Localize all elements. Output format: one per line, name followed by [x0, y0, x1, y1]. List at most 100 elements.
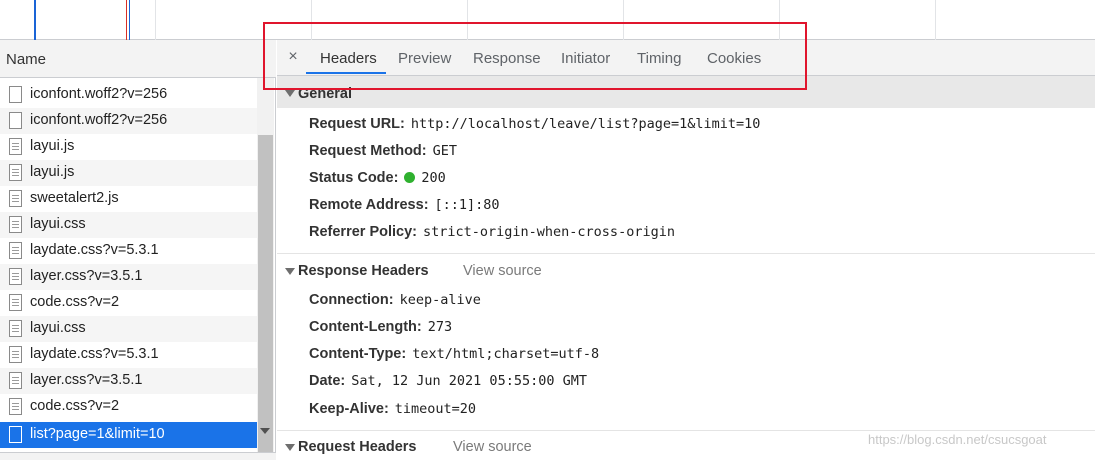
collapse-triangle-icon[interactable] [285, 268, 295, 275]
response-header-row: Content-Length: 273 [309, 319, 452, 335]
request-row[interactable]: code.css?v=2 [0, 394, 257, 420]
header-key: Date: [309, 373, 346, 389]
header-key: Request URL: [309, 116, 405, 132]
general-section-header[interactable] [277, 76, 1095, 108]
request-row[interactable]: iconfont.woff2?v=256 [0, 108, 257, 134]
dom-content-loaded-marker [34, 0, 36, 40]
response-header-row: Content-Type: text/html;charset=utf-8 [309, 346, 599, 362]
request-name: iconfont.woff2?v=256 [30, 112, 168, 128]
request-row[interactable]: layer.css?v=3.5.1 [0, 368, 257, 394]
request-row-selected[interactable]: list?page=1&limit=10 [0, 422, 257, 448]
header-value: [::1]:80 [434, 197, 500, 213]
header-value: Sat, 12 Jun 2021 05:55:00 GMT [351, 373, 587, 389]
load-event-marker [126, 0, 127, 40]
header-value: http://localhost/leave/list?page=1&limit… [410, 116, 761, 132]
request-name: layer.css?v=3.5.1 [30, 268, 143, 284]
general-row: Status Code: 200 [309, 170, 446, 186]
header-value: keep-alive [399, 292, 481, 308]
header-value: timeout=20 [394, 401, 477, 417]
request-row[interactable]: laydate.css?v=5.3.1 [0, 238, 257, 264]
header-key: Request Method: [309, 143, 427, 159]
request-row[interactable]: layui.js [0, 134, 257, 160]
tab-initiator[interactable]: Initiator [561, 50, 610, 67]
collapse-triangle-icon[interactable] [285, 444, 295, 451]
header-value: 273 [427, 319, 453, 335]
general-row: Referrer Policy: strict-origin-when-cross… [309, 224, 675, 240]
request-row[interactable]: code.css?v=2 [0, 290, 257, 316]
request-headers-section-title[interactable]: Request Headers [298, 439, 416, 455]
general-section-title[interactable]: General [298, 86, 352, 102]
view-source-link[interactable]: View source [463, 263, 542, 279]
stylesheet-file-icon [9, 216, 22, 233]
waterfall-timeline[interactable] [0, 0, 1095, 40]
stylesheet-file-icon [9, 346, 22, 363]
request-row[interactable]: layui.js [0, 160, 257, 186]
document-icon [9, 112, 22, 129]
header-key: Content-Length: [309, 319, 422, 335]
request-row[interactable]: layui.css [0, 316, 257, 342]
general-row: Request URL: http://localhost/leave/list?… [309, 116, 760, 132]
timeline-gridline [623, 0, 624, 40]
close-icon[interactable]: × [286, 48, 300, 66]
response-headers-section-title[interactable]: Response Headers [298, 263, 429, 279]
stylesheet-file-icon [9, 294, 22, 311]
script-file-icon [9, 190, 22, 207]
header-value: 200 [421, 170, 446, 186]
tab-timing[interactable]: Timing [637, 50, 681, 67]
header-key: Remote Address: [309, 197, 429, 213]
status-ok-icon [404, 172, 416, 183]
collapse-triangle-icon[interactable] [285, 90, 295, 97]
request-row[interactable]: laydate.css?v=5.3.1 [0, 342, 257, 368]
request-name: layer.css?v=3.5.1 [30, 372, 143, 388]
request-list-panel: Name iconfont.woff2?v=256 iconfont.woff2… [0, 40, 276, 460]
scroll-down-arrow-icon[interactable] [260, 428, 270, 434]
timeline-gridline [155, 0, 156, 40]
tab-headers[interactable]: Headers [320, 50, 377, 67]
view-source-link[interactable]: View source [453, 439, 532, 455]
section-divider [277, 430, 1095, 431]
list-scrollbar-thumb[interactable] [258, 135, 273, 459]
request-name: sweetalert2.js [30, 190, 119, 206]
stylesheet-file-icon [9, 320, 22, 337]
request-name: layui.js [30, 164, 75, 180]
timeline-gridline [467, 0, 468, 40]
document-icon [9, 426, 22, 443]
general-row: Remote Address: [::1]:80 [309, 197, 500, 213]
request-row[interactable]: iconfont.woff2?v=256 [0, 82, 257, 108]
tab-response[interactable]: Response [473, 50, 541, 67]
response-header-row: Connection: keep-alive [309, 292, 481, 308]
document-icon [9, 86, 22, 103]
header-value: text/html;charset=utf-8 [412, 346, 600, 362]
request-name: code.css?v=2 [30, 294, 120, 310]
timeline-gridline [779, 0, 780, 40]
request-name: laydate.css?v=5.3.1 [30, 346, 159, 362]
request-name: layui.css [30, 216, 86, 232]
header-key: Keep-Alive: [309, 401, 389, 417]
tab-cookies[interactable]: Cookies [707, 50, 761, 67]
request-name: laydate.css?v=5.3.1 [30, 242, 159, 258]
section-divider [277, 253, 1095, 254]
tab-preview[interactable]: Preview [398, 50, 451, 67]
request-row[interactable]: layui.css [0, 212, 257, 238]
request-name: layui.css [30, 320, 86, 336]
request-list: iconfont.woff2?v=256 iconfont.woff2?v=25… [0, 78, 257, 458]
request-marker [129, 0, 130, 40]
name-column-header[interactable]: Name [0, 40, 276, 78]
request-row[interactable]: layer.css?v=3.5.1 [0, 264, 257, 290]
request-name: list?page=1&limit=10 [30, 426, 165, 442]
response-header-row: Date: Sat, 12 Jun 2021 05:55:00 GMT [309, 373, 587, 389]
header-key: Connection: [309, 292, 394, 308]
header-key: Status Code: [309, 170, 399, 186]
stylesheet-file-icon [9, 268, 22, 285]
request-row[interactable]: sweetalert2.js [0, 186, 257, 212]
header-key: Referrer Policy: [309, 224, 417, 240]
timeline-gridline [311, 0, 312, 40]
header-value: strict-origin-when-cross-origin [423, 224, 675, 240]
request-name: iconfont.woff2?v=256 [30, 86, 168, 102]
detail-tabbar: × Headers Preview Response Initiator Tim… [277, 40, 1095, 76]
watermark-text: https://blog.csdn.net/csucsgoat [868, 432, 1047, 447]
general-row: Request Method: GET [309, 143, 457, 159]
request-name: code.css?v=2 [30, 398, 120, 414]
stylesheet-file-icon [9, 242, 22, 259]
response-header-row: Keep-Alive: timeout=20 [309, 401, 476, 417]
